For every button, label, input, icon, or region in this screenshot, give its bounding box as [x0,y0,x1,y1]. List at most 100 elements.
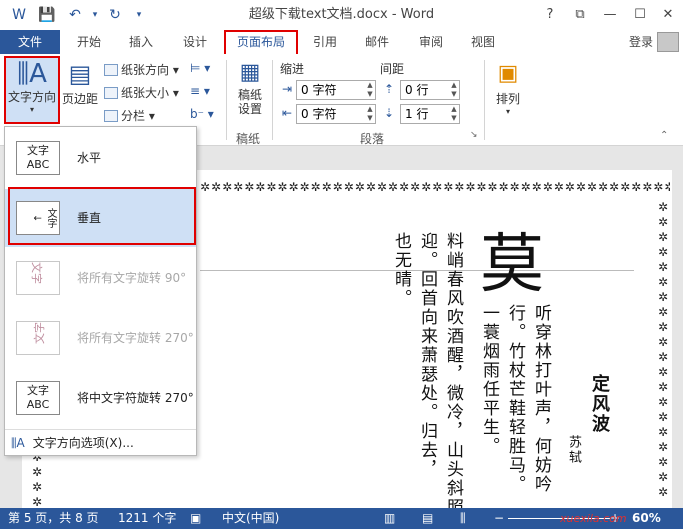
tab-home[interactable]: 开始 [66,30,112,54]
draft-paper-label-1: 稿纸 [237,88,262,102]
menu-item-label: 水平 [77,151,102,165]
columns-label: 分栏 [121,109,146,123]
text-direction-options-link[interactable]: ⫼A 文字方向选项(X)... [11,433,192,453]
tab-design[interactable]: 设计 [172,30,218,54]
read-mode-icon[interactable]: ▥ [384,508,395,529]
status-bar: 第 5 页，共 8 页 1211 个字 ▣ 中文(中国) ▥ ▤ ⫼ − + 6… [0,508,683,529]
indent-right-input[interactable]: 0 字符 ▲ ▼ [296,104,376,124]
text-direction-menu: 文字 ABC 水平 文字↓ 垂直 文字 将所有文字旋转 90° 文字 将所有文字旋… [4,126,197,456]
help-button[interactable]: ? [535,4,565,26]
indent-left-value: 0 字符 [301,83,337,97]
menu-item-label: 将所有文字旋转 90° [77,271,187,285]
menu-item-rotate-90[interactable]: 文字 将所有文字旋转 90° [5,249,196,307]
web-layout-icon[interactable]: ⫼ [460,508,466,529]
indent-label: 缩进 [280,62,305,76]
menu-divider [5,429,196,430]
arrange-label: 排列 [495,92,520,106]
columns-button[interactable]: 分栏 ▾ [104,107,155,124]
menu-item-vertical[interactable]: 文字↓ 垂直 [5,189,196,247]
spacing-after-input[interactable]: 1 行 ▲ ▼ [400,104,460,124]
hyphenation-button[interactable]: b⁻ ▾ [190,107,214,121]
poem-column-1: 听穿林打叶声，何妨吟 [531,304,551,494]
star-border-right: ✲✲✲✲✲✲✲✲✲✲✲✲✲✲✲✲✲✲✲✲✲✲✲✲✲✲✲✲✲✲✲✲✲✲✲✲✲✲✲✲… [656,200,670,500]
menu-item-label: 垂直 [77,211,102,225]
menu-item-rotate-cjk-270[interactable]: 文字 ABC 将中文字符旋转 270° [5,369,196,427]
language[interactable]: 中文(中国) [222,508,279,529]
tab-mailings[interactable]: 邮件 [354,30,400,54]
spacing-after-icon: ⇣ [384,106,395,120]
spacing-before-icon: ⇡ [384,82,395,96]
ribbon-separator [226,60,227,140]
ribbon-tabs: 文件 开始 插入 设计 页面布局 引用 邮件 审阅 视图 登录 [0,30,683,54]
spacing-after-value: 1 行 [405,107,429,121]
login-link[interactable]: 登录 [629,30,653,54]
spin-arrows-icon[interactable]: ▲ ▼ [365,105,375,123]
paragraph-group-label: 段落 [360,132,385,146]
word-count[interactable]: 1211 个字 [118,508,176,529]
text-direction-button[interactable]: ⫼A 文字方向 ▾ [6,58,58,122]
arrange-button[interactable]: ▣ 排列 ▾ [490,58,526,116]
vertical-text-icon: 文字↓ [16,201,60,235]
poem-column-6: 也无晴。 [391,232,411,308]
margins-button[interactable]: ▤ 页边距 [62,58,98,122]
tab-view[interactable]: 视图 [460,30,506,54]
chevron-down-icon: ▾ [29,105,34,114]
avatar[interactable] [657,32,679,52]
close-button[interactable]: ✕ [653,4,683,26]
paragraph-launcher-icon[interactable]: ↘ [470,130,478,140]
line-numbers-button[interactable]: ≡ ▾ [190,84,210,98]
arrange-icon: ▣ [497,61,519,86]
rotate-90-icon: 文字 [16,261,60,295]
print-layout-icon[interactable]: ▤ [422,508,433,529]
menu-item-label: 将所有文字旋转 270° [77,331,194,345]
orientation-label: 纸张方向 [121,63,170,77]
spin-arrows-icon[interactable]: ▲ ▼ [449,81,459,99]
text-direction-options-icon: ⫼A [11,436,25,450]
watermark: xuexila.com [560,512,627,525]
spacing-before-input[interactable]: 0 行 ▲ ▼ [400,80,460,100]
spin-arrows-icon[interactable]: ▲ ▼ [449,105,459,123]
collapse-ribbon-icon[interactable]: ⌃ [660,130,668,141]
spacing-before-value: 0 行 [405,83,429,97]
margins-label: 页边距 [62,92,99,106]
orientation-button[interactable]: 纸张方向 ▾ [104,61,179,78]
drop-cap: 莫 [480,228,544,302]
zoom-level[interactable]: 60% [632,508,661,529]
draft-group-label: 稿纸 [236,132,261,146]
indent-right-value: 0 字符 [301,107,337,121]
indent-left-icon: ⇥ [282,82,293,96]
draft-paper-button[interactable]: ▦ 稿纸 设置 [232,58,268,116]
star-border-left: ✲✲✲✲✲✲✲✲✲✲✲✲✲✲✲✲✲✲✲✲✲✲✲✲✲✲✲✲✲✲✲✲✲✲✲✲✲✲✲✲… [30,450,44,510]
tab-file[interactable]: 文件 [0,30,60,54]
text-direction-options-label: 文字方向选项(X)... [32,436,134,450]
rotate-cjk-icon: 文字 ABC [16,381,60,415]
breaks-button[interactable]: ⊨ ▾ [190,61,210,75]
tab-page-layout[interactable]: 页面布局 [224,30,298,54]
indent-left-input[interactable]: 0 字符 ▲ ▼ [296,80,376,100]
indent-right-icon: ⇤ [282,106,293,120]
menu-item-label: 将中文字符旋转 270° [77,391,194,405]
tab-review[interactable]: 审阅 [408,30,454,54]
poem-column-4: 料峭春风吹酒醒，微冷，山头斜照 [443,232,463,517]
size-button[interactable]: 纸张大小 ▾ [104,84,179,101]
chevron-down-icon: ▾ [505,107,510,116]
poem-title: 定风波 [589,374,610,434]
page-count[interactable]: 第 5 页，共 8 页 [8,508,99,529]
menu-item-rotate-270[interactable]: 文字 将所有文字旋转 270° [5,309,196,367]
zoom-out-icon[interactable]: − [494,508,504,529]
maximize-button[interactable]: ☐ [625,4,655,26]
tab-references[interactable]: 引用 [302,30,348,54]
draft-paper-label-2: 设置 [237,102,262,116]
tab-insert[interactable]: 插入 [118,30,164,54]
ribbon-display-button[interactable]: ⧉ [565,4,595,26]
draft-paper-icon: ▦ [239,60,261,85]
ribbon-separator [484,60,485,140]
minimize-button[interactable]: — [595,4,625,26]
star-border-top: ✲✲✲✲✲✲✲✲✲✲✲✲✲✲✲✲✲✲✲✲✲✲✲✲✲✲✲✲✲✲✲✲✲✲✲✲✲✲✲✲… [200,180,670,194]
size-label: 纸张大小 [121,86,170,100]
poem-author: 苏轼 [566,435,581,465]
poem-column-2: 行。竹杖芒鞋轻胜马。 [505,304,525,494]
proofing-icon[interactable]: ▣ [190,508,201,529]
menu-item-horizontal[interactable]: 文字 ABC 水平 [5,129,196,187]
spin-arrows-icon[interactable]: ▲ ▼ [365,81,375,99]
